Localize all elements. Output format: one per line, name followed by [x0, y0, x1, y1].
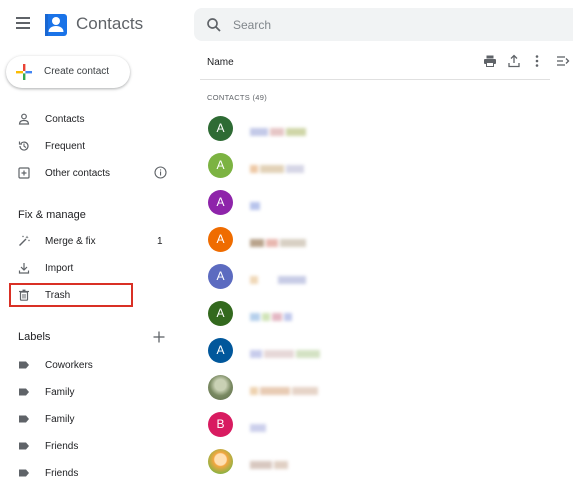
contact-name — [250, 197, 262, 210]
sidebar-item-contacts[interactable]: Contacts — [0, 109, 180, 131]
contact-row[interactable]: A — [200, 111, 550, 148]
contact-name — [250, 234, 308, 247]
contact-name — [250, 308, 294, 321]
info-icon[interactable] — [154, 166, 167, 179]
contact-name — [250, 345, 322, 358]
sidebar-item-frequent[interactable]: Frequent — [0, 136, 180, 158]
contact-name — [250, 160, 306, 173]
contact-name — [250, 123, 308, 136]
add-box-icon — [18, 167, 30, 179]
merge-count-badge: 1 — [157, 236, 163, 247]
sidebar-item-label: Family — [45, 414, 75, 425]
avatar — [208, 375, 233, 400]
sidebar-item-import[interactable]: Import — [0, 258, 180, 280]
contact-row[interactable]: A — [200, 222, 550, 259]
create-contact-label: Create contact — [44, 66, 110, 77]
contact-row[interactable]: A — [200, 333, 550, 370]
main-menu-button[interactable] — [12, 14, 34, 34]
contact-row[interactable]: A — [200, 296, 550, 333]
contact-row[interactable]: A — [200, 148, 550, 185]
sidebar-label-friends[interactable]: Friends — [0, 436, 180, 458]
history-icon — [18, 141, 29, 151]
avatar: A — [208, 301, 233, 326]
avatar: A — [208, 153, 233, 178]
contact-name — [250, 271, 308, 284]
contact-row[interactable]: A — [200, 259, 550, 296]
label-icon — [19, 469, 29, 477]
contact-name — [250, 419, 268, 432]
search-icon — [207, 18, 221, 32]
trash-highlight-box — [9, 283, 133, 307]
add-label-icon[interactable] — [152, 330, 166, 344]
search-bar[interactable]: Search — [194, 8, 573, 41]
export-icon[interactable] — [507, 54, 521, 68]
contact-row[interactable] — [200, 444, 550, 481]
sidebar-label-family[interactable]: Family — [0, 382, 180, 404]
contact-row[interactable]: A — [200, 185, 550, 222]
person-icon — [18, 113, 30, 125]
more-options-icon[interactable] — [530, 54, 544, 68]
magic-wand-icon — [19, 235, 30, 246]
avatar: B — [208, 412, 233, 437]
label-icon — [19, 388, 29, 396]
label-icon — [19, 442, 29, 450]
app-title: Contacts — [76, 14, 144, 33]
avatar — [208, 449, 233, 474]
sidebar-item-label: Friends — [45, 441, 79, 452]
sidebar-item-merge-fix[interactable]: Merge & fix 1 — [0, 231, 180, 253]
contact-row[interactable] — [200, 370, 550, 407]
label-icon — [19, 361, 29, 369]
avatar: A — [208, 116, 233, 141]
sidebar-item-label: Other contacts — [45, 168, 111, 179]
sidebar-item-label: Frequent — [45, 141, 86, 152]
sidebar-label-coworkers[interactable]: Coworkers — [0, 355, 180, 377]
create-contact-button[interactable]: Create contact — [6, 56, 130, 88]
sidebar-item-label: Merge & fix — [45, 236, 96, 247]
plus-icon — [16, 64, 32, 80]
contact-row[interactable]: B — [200, 407, 550, 444]
sidebar-item-label: Friends — [45, 468, 79, 479]
contacts-logo-icon — [45, 14, 67, 36]
print-icon[interactable] — [483, 54, 497, 68]
sidebar-item-label: Family — [45, 387, 75, 398]
search-input[interactable]: Search — [233, 18, 271, 32]
sidebar-item-label: Coworkers — [45, 360, 93, 371]
header-divider — [200, 79, 550, 80]
avatar: A — [208, 338, 233, 363]
avatar: A — [208, 264, 233, 289]
sidebar-label-family[interactable]: Family — [0, 409, 180, 431]
avatar: A — [208, 227, 233, 252]
list-settings-icon[interactable] — [556, 54, 570, 68]
contacts-count-label: CONTACTS (49) — [207, 93, 268, 102]
label-icon — [19, 415, 29, 423]
avatar: A — [208, 190, 233, 215]
sidebar-label-friends[interactable]: Friends — [0, 463, 180, 482]
name-column-header[interactable]: Name — [207, 57, 234, 68]
fix-manage-heading: Fix & manage — [18, 209, 86, 221]
sidebar-item-other-contacts[interactable]: Other contacts — [0, 163, 180, 185]
contact-name — [250, 382, 320, 395]
sidebar-item-label: Contacts — [45, 114, 85, 125]
labels-heading: Labels — [18, 331, 51, 343]
download-icon — [18, 263, 30, 274]
contact-name — [250, 456, 290, 469]
sidebar-item-label: Import — [45, 263, 74, 274]
